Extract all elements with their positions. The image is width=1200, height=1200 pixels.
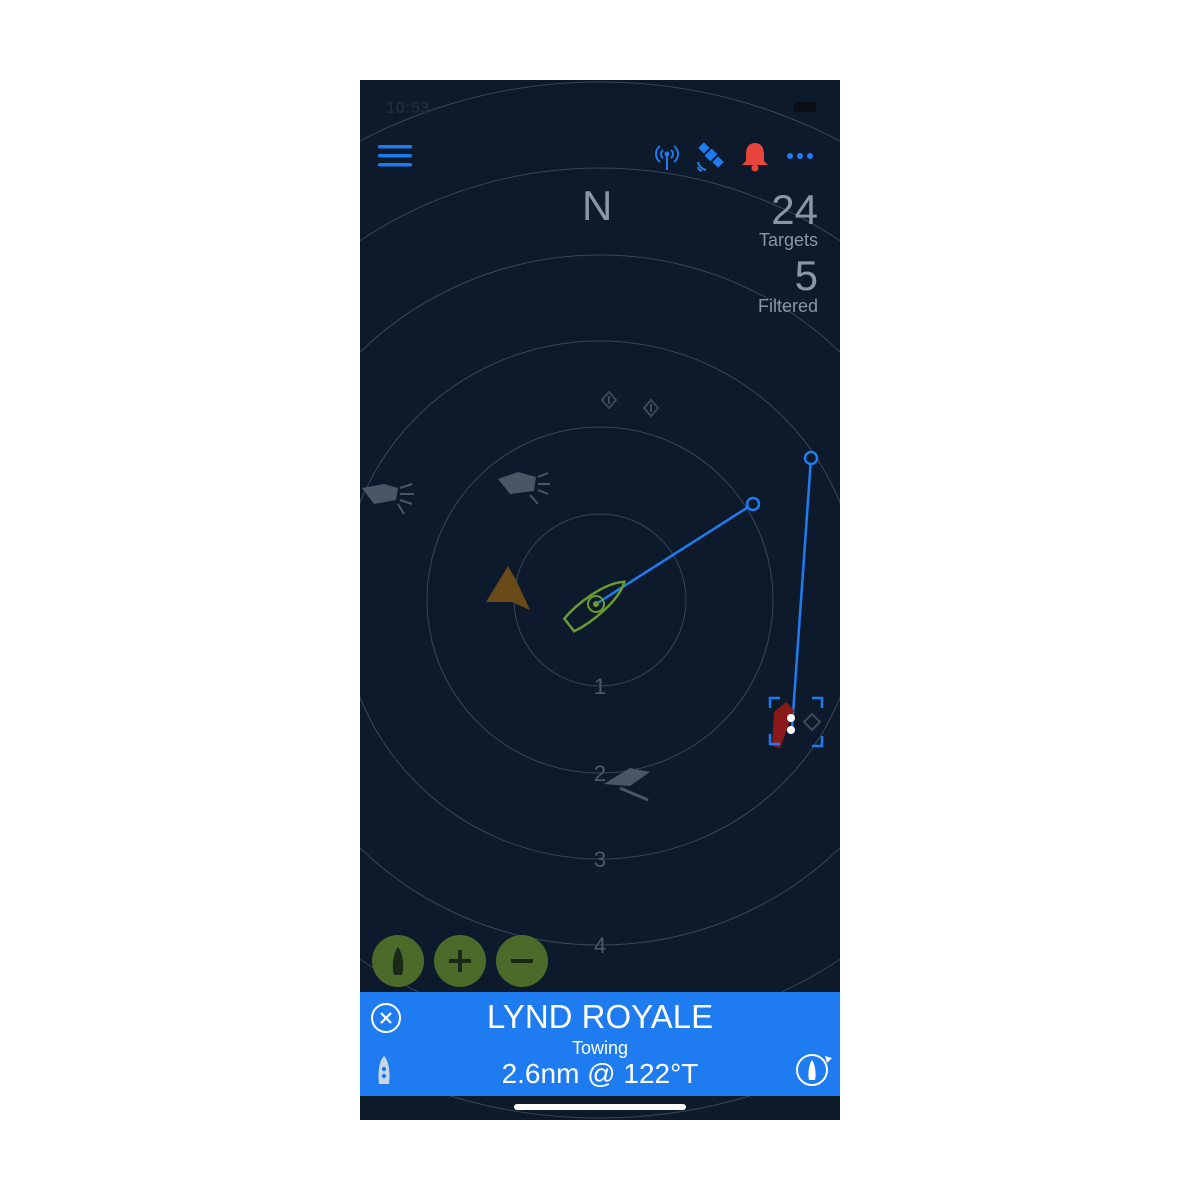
vessel-target[interactable] bbox=[498, 472, 550, 505]
target-info-panel[interactable]: LYND ROYALE Towing 2.6nm @ 122°T bbox=[360, 992, 840, 1096]
more-dots-icon[interactable] bbox=[786, 152, 814, 160]
buoy-target[interactable] bbox=[600, 390, 618, 410]
target-type: Towing bbox=[571, 1038, 629, 1058]
bell-icon[interactable] bbox=[740, 140, 770, 172]
targets-label: Targets bbox=[758, 230, 818, 250]
own-ship-icon[interactable] bbox=[562, 574, 631, 633]
ring-label-2: 2 bbox=[593, 761, 607, 786]
buoy-target[interactable] bbox=[642, 398, 660, 418]
target-name: LYND ROYALE bbox=[486, 998, 714, 1035]
zoom-out-button[interactable] bbox=[496, 935, 548, 987]
home-indicator[interactable] bbox=[514, 1104, 686, 1110]
sailboat-target[interactable] bbox=[486, 566, 530, 610]
own-boat-center-icon bbox=[392, 947, 404, 975]
satellite-icon[interactable] bbox=[694, 140, 728, 174]
vessel-target[interactable] bbox=[362, 483, 414, 515]
center-own-ship-button[interactable] bbox=[372, 935, 424, 987]
minus-icon bbox=[511, 959, 533, 963]
target-range-bearing: 2.6nm @ 122°T bbox=[501, 1058, 699, 1089]
own-ship-vector bbox=[595, 502, 754, 606]
status-time: 10:53 bbox=[386, 98, 430, 117]
battery-icon bbox=[794, 102, 816, 112]
selected-target[interactable] bbox=[772, 702, 822, 748]
own-ship-vector-end bbox=[745, 496, 761, 512]
filtered-count: 5 bbox=[794, 252, 818, 299]
vessel-icon[interactable] bbox=[374, 1054, 394, 1086]
zoom-in-button[interactable] bbox=[434, 935, 486, 987]
antenna-icon[interactable] bbox=[652, 140, 682, 172]
heading-label: N bbox=[582, 182, 613, 229]
target-vector-end bbox=[803, 450, 819, 466]
filtered-label: Filtered bbox=[757, 296, 818, 316]
target-vector bbox=[790, 457, 813, 729]
plus-icon bbox=[449, 950, 471, 972]
ring-label-4: 4 bbox=[593, 933, 607, 958]
targets-count: 24 bbox=[771, 186, 818, 233]
ring-label-1: 1 bbox=[593, 674, 607, 699]
track-target-icon[interactable] bbox=[792, 1050, 834, 1090]
hamburger-menu-icon[interactable] bbox=[378, 144, 414, 170]
phone-screen: 10:53 N 24 Targets 5 Filtered 1 2 3 4 LY… bbox=[360, 80, 840, 1120]
ring-label-3: 3 bbox=[593, 847, 607, 872]
